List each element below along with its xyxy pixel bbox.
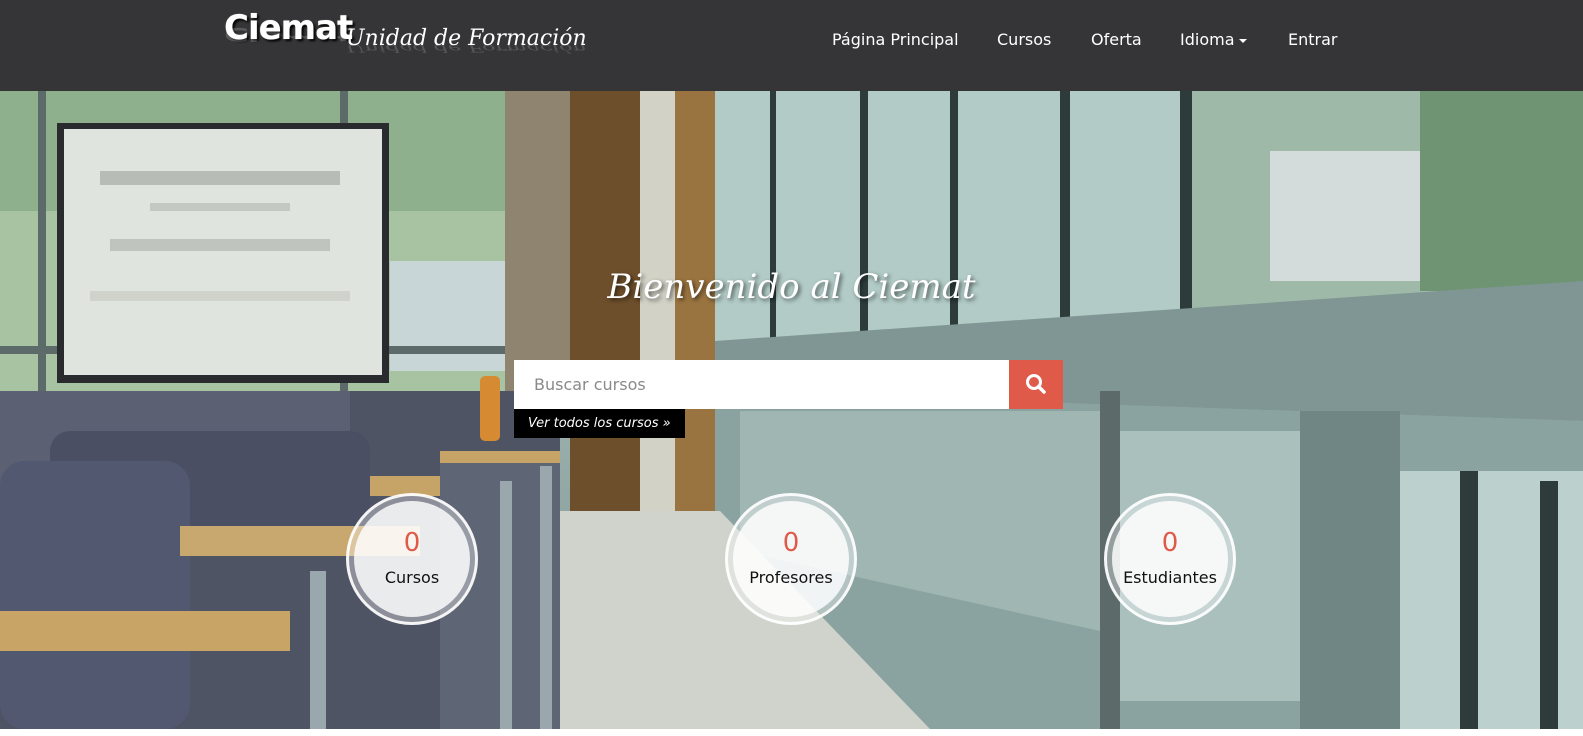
page-bottom-strip [0,729,1583,736]
stat-teachers: 0 Profesores [725,493,857,625]
logo-brand-reflection: Ciemat [224,23,353,45]
stat-teachers-label: Profesores [749,568,833,587]
stat-students-label: Estudiantes [1123,568,1217,587]
nav-item-courses[interactable]: Cursos [997,30,1051,49]
nav-item-login[interactable]: Entrar [1288,30,1337,49]
stat-courses: 0 Cursos [346,493,478,625]
caret-down-icon [1238,38,1247,43]
stat-courses-value: 0 [403,528,421,558]
stat-courses-circle [354,501,470,617]
nav-item-language[interactable]: Idioma [1180,30,1247,49]
nav-item-language-label: Idioma [1180,30,1235,49]
stat-students-circle [1112,501,1228,617]
search-button[interactable] [1009,360,1063,409]
stat-students: 0 Estudiantes [1104,493,1236,625]
stat-teachers-value: 0 [782,528,800,558]
logo-subtitle-reflection: Unidad de Formación [346,41,587,55]
nav-item-offer[interactable]: Oferta [1091,30,1142,49]
stat-teachers-circle [733,501,849,617]
search-icon [1026,374,1046,394]
nav-item-home[interactable]: Página Principal [832,30,959,49]
view-all-courses-link[interactable]: Ver todos los cursos » [514,409,685,438]
site-logo[interactable]: Ciemat Ciemat Unidad de Formación Unidad… [224,8,587,78]
top-navbar: Ciemat Ciemat Unidad de Formación Unidad… [0,0,1583,91]
hero-section: Bienvenido al Ciemat Ver todos los curso… [0,91,1583,729]
stat-students-value: 0 [1161,528,1179,558]
hero-background-image [0,91,1583,729]
search-input[interactable] [514,360,1009,409]
stat-courses-label: Cursos [384,568,440,587]
hero-title: Bienvenido al Ciemat [607,267,976,307]
